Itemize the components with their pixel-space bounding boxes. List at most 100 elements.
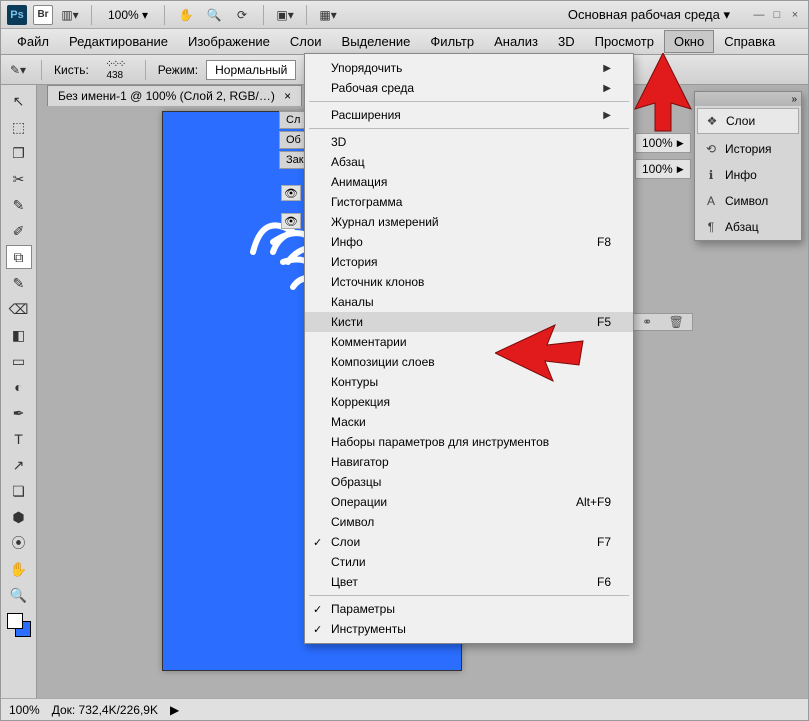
close-icon[interactable]: × — [788, 8, 802, 22]
menu-item[interactable]: Коррекция — [305, 392, 633, 412]
menu-item[interactable]: ✓Параметры — [305, 599, 633, 619]
tool-healing[interactable]: ✐ — [6, 219, 32, 243]
tool-zoom[interactable]: 🔍 — [6, 583, 32, 607]
rotate-icon[interactable]: ⟳ — [231, 5, 253, 25]
tool-lasso[interactable]: ❐ — [6, 141, 32, 165]
tool-hand[interactable]: ✋ — [6, 557, 32, 581]
status-zoom[interactable]: 100% — [9, 703, 40, 717]
tool-marquee[interactable]: ⬚ — [6, 115, 32, 139]
menu-item[interactable]: ИнфоF8 — [305, 232, 633, 252]
eye-icon[interactable]: 👁 — [281, 185, 301, 201]
menu-item[interactable]: ЦветF6 — [305, 572, 633, 592]
menu-item-label: 3D — [331, 135, 346, 149]
tool-preset-icon[interactable]: ✎▾ — [7, 60, 29, 80]
menu-item[interactable]: Символ — [305, 512, 633, 532]
menu-item[interactable]: Маски — [305, 412, 633, 432]
tool-eyedropper[interactable]: ✎ — [6, 193, 32, 217]
menu-item[interactable]: Стили — [305, 552, 633, 572]
chevron-right-icon: ▶ — [603, 63, 611, 74]
screenmode-icon[interactable]: ▣▾ — [274, 5, 296, 25]
chevron-right-icon[interactable]: ▶ — [170, 703, 179, 717]
workspace-switcher[interactable]: Основная рабочая среда ▾ — [560, 5, 738, 25]
bridge-logo-icon[interactable]: Br — [33, 5, 53, 25]
document-tab[interactable]: Без имени-1 @ 100% (Слой 2, RGB/…) × — [47, 85, 302, 106]
fg-color-swatch[interactable] — [7, 613, 23, 629]
menu-item[interactable]: Образцы — [305, 472, 633, 492]
menu-view[interactable]: Просмотр — [585, 30, 664, 53]
menu-item[interactable]: Навигатор — [305, 452, 633, 472]
menu-item[interactable]: Наборы параметров для инструментов — [305, 432, 633, 452]
panel-shortcut[interactable]: ¶Абзац — [695, 214, 801, 240]
toolbox: ↖ ⬚ ❐ ✂ ✎ ✐ ⧉ ✎ ⌫ ◧ ▭ ◐ ✒ T ↗ ❏ ⬢ ⦿ ✋ 🔍 — [1, 85, 37, 698]
menu-select[interactable]: Выделение — [332, 30, 421, 53]
tool-gradient[interactable]: ◧ — [6, 323, 32, 347]
menu-item[interactable]: Каналы — [305, 292, 633, 312]
zoom-icon[interactable]: 🔍 — [203, 5, 225, 25]
minimize-icon[interactable]: — — [752, 8, 766, 22]
menu-item[interactable]: Упорядочить▶ — [305, 58, 633, 78]
opacity-field[interactable]: 100%▶ — [635, 133, 691, 153]
menu-item-label: Рабочая среда — [331, 81, 414, 95]
menu-item-label: Маски — [331, 415, 366, 429]
menu-item[interactable]: Расширения▶ — [305, 105, 633, 125]
menu-item[interactable]: ОперацииAlt+F9 — [305, 492, 633, 512]
menu-item[interactable]: 3D — [305, 132, 633, 152]
menu-item[interactable]: Гистограмма — [305, 192, 633, 212]
tool-stamp[interactable]: ✎ — [6, 271, 32, 295]
check-icon: ✓ — [313, 623, 322, 636]
blend-mode-select[interactable]: Нормальный — [206, 60, 296, 80]
trash-icon[interactable]: 🗑 — [669, 315, 684, 329]
tool-3dcam[interactable]: ⦿ — [6, 531, 32, 555]
brush-label: Кисть: — [54, 63, 89, 77]
brush-preview[interactable]: ⁘⁘⁘ 438 — [97, 59, 133, 81]
tool-crop[interactable]: ✂ — [6, 167, 32, 191]
tool-move[interactable]: ↖ — [6, 89, 32, 113]
film-icon[interactable]: ▥▾ — [59, 5, 81, 25]
menu-3d[interactable]: 3D — [548, 30, 585, 53]
maximize-icon[interactable]: □ — [770, 8, 784, 22]
tool-blur[interactable]: ▭ — [6, 349, 32, 373]
fill-field[interactable]: 100%▶ — [635, 159, 691, 179]
arrange-icon[interactable]: ▦▾ — [317, 5, 339, 25]
tool-shape[interactable]: ❏ — [6, 479, 32, 503]
chevron-right-icon: ▶ — [603, 83, 611, 94]
menu-image[interactable]: Изображение — [178, 30, 280, 53]
status-doc-size[interactable]: Док: 732,4K/226,9K — [52, 703, 158, 717]
panel-shortcut[interactable]: ❖Слои — [697, 108, 799, 134]
color-swatches[interactable] — [7, 613, 31, 637]
menu-window[interactable]: Окно — [664, 30, 714, 53]
menu-layers[interactable]: Слои — [280, 30, 332, 53]
collapsed-panels-dock: » ❖Слои⟲ИсторияℹИнфоAСимвол¶Абзац — [694, 91, 802, 241]
tool-3d[interactable]: ⬢ — [6, 505, 32, 529]
menu-item[interactable]: Источник клонов — [305, 272, 633, 292]
menu-item[interactable]: Рабочая среда ▶ — [305, 78, 633, 98]
menu-filter[interactable]: Фильтр — [420, 30, 484, 53]
tool-path[interactable]: ↗ — [6, 453, 32, 477]
tool-eraser[interactable]: ⌫ — [6, 297, 32, 321]
tool-brush[interactable]: ⧉ — [6, 245, 32, 269]
panel-shortcut-label: Слои — [726, 114, 755, 128]
panel-shortcut[interactable]: AСимвол — [695, 188, 801, 214]
hand-icon[interactable]: ✋ — [175, 5, 197, 25]
menu-analysis[interactable]: Анализ — [484, 30, 548, 53]
close-document-icon[interactable]: × — [284, 89, 291, 103]
eye-icon[interactable]: 👁 — [281, 213, 301, 229]
menu-item[interactable]: Журнал измерений — [305, 212, 633, 232]
menu-help[interactable]: Справка — [714, 30, 785, 53]
panel-shortcut[interactable]: ℹИнфо — [695, 162, 801, 188]
zoom-level[interactable]: 100% ▾ — [102, 8, 154, 22]
panel-shortcut[interactable]: ⟲История — [695, 136, 801, 162]
tool-dodge[interactable]: ◐ — [6, 375, 32, 399]
tool-pen[interactable]: ✒ — [6, 401, 32, 425]
link-icon[interactable]: ⚭ — [642, 315, 652, 329]
menu-item[interactable]: ✓Инструменты — [305, 619, 633, 639]
menu-file[interactable]: Файл — [7, 30, 59, 53]
menu-item[interactable]: История — [305, 252, 633, 272]
document-title: Без имени-1 @ 100% (Слой 2, RGB/…) — [58, 89, 275, 103]
menu-item[interactable]: Анимация — [305, 172, 633, 192]
menu-edit[interactable]: Редактирование — [59, 30, 178, 53]
menu-item[interactable]: Абзац — [305, 152, 633, 172]
tool-type[interactable]: T — [6, 427, 32, 451]
panel-grip[interactable]: » — [695, 92, 801, 106]
menu-item[interactable]: ✓СлоиF7 — [305, 532, 633, 552]
